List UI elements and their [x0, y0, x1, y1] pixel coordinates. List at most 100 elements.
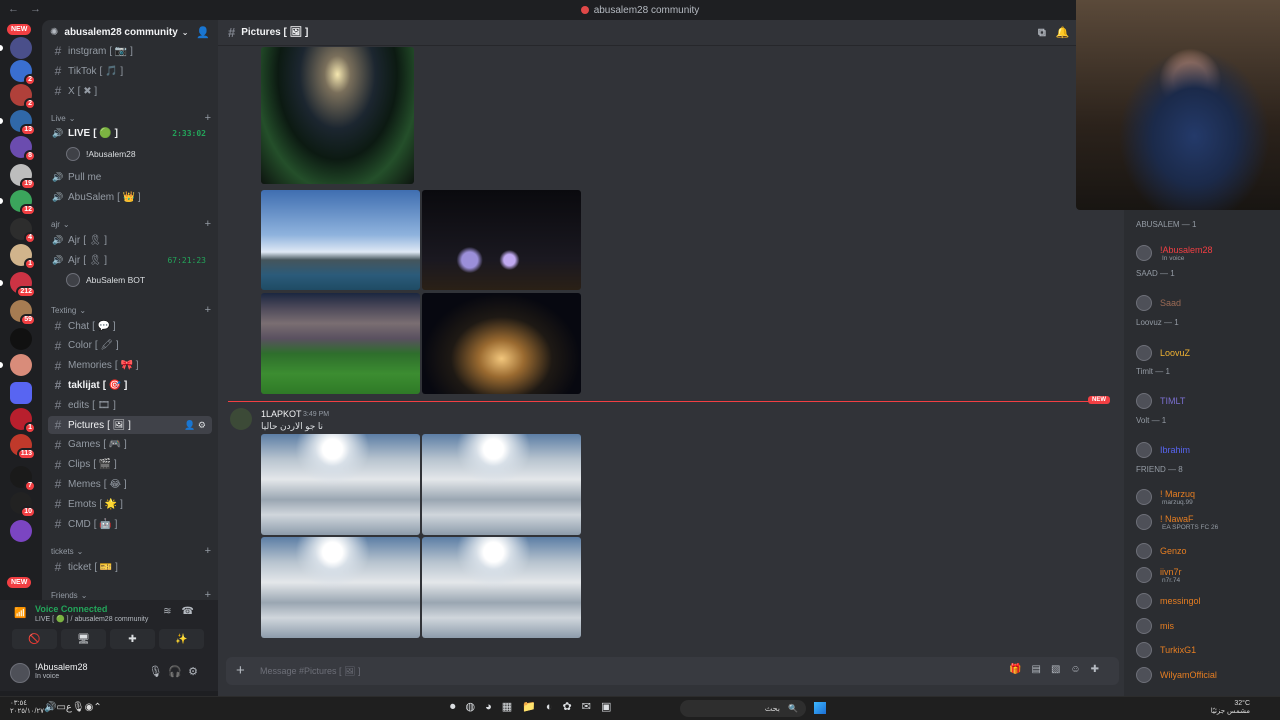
gear-icon[interactable]: ⚙: [198, 420, 206, 430]
channel-item-active[interactable]: # Pictures[ 🖼 ] 👤 ⚙: [48, 416, 212, 434]
channel-item[interactable]: # Memories[ 🎀 ]: [48, 357, 212, 375]
copilot-icon[interactable]: ✿: [563, 701, 582, 713]
member-item[interactable]: mis: [1136, 616, 1276, 636]
channel-item[interactable]: # Color[ 🖍 ]: [48, 337, 212, 355]
mail-icon[interactable]: ✉: [582, 701, 601, 713]
server-icon[interactable]: [10, 354, 32, 376]
server-icon[interactable]: 12: [10, 190, 36, 216]
channel-item[interactable]: # Memes[ 😂 ]: [48, 475, 212, 493]
channel-item[interactable]: # Emots[ 🌟 ]: [48, 495, 212, 513]
server-icon[interactable]: 13: [10, 110, 36, 136]
mic-icon[interactable]: 🎙: [72, 702, 85, 713]
taskbar-search[interactable]: بحث 🔍: [680, 700, 806, 717]
channel-item[interactable]: # edits[ 🎞 ]: [48, 396, 212, 414]
channel-item[interactable]: # Games[ 🎮 ]: [48, 436, 212, 454]
sticker-icon[interactable]: ▧: [1051, 664, 1070, 675]
signal-icon[interactable]: 📶: [14, 608, 26, 619]
category-texting[interactable]: Texting ⌄ +: [51, 304, 211, 316]
voice-user[interactable]: !Abusalem28: [66, 147, 136, 161]
channel-item[interactable]: # instgram[ 📷 ]: [48, 42, 212, 60]
server-icon[interactable]: 212: [10, 272, 36, 298]
new-unread-pill[interactable]: NEW: [7, 577, 32, 588]
server-icon[interactable]: 1: [10, 244, 36, 270]
category-ajr[interactable]: ajr ⌄ +: [51, 218, 211, 230]
volume-icon[interactable]: 🔊: [44, 702, 56, 713]
screen-share-button[interactable]: 🖥: [61, 629, 106, 649]
server-icon[interactable]: 4: [10, 218, 36, 244]
apps-icon[interactable]: ✚: [1091, 664, 1109, 675]
noise-icon[interactable]: ≋: [163, 606, 181, 617]
member-item[interactable]: TurkixG1: [1136, 640, 1276, 660]
member-item[interactable]: messingol: [1136, 591, 1276, 611]
plus-icon[interactable]: +: [205, 304, 211, 316]
obs-icon[interactable]: ⏺: [450, 701, 466, 713]
folder-icon[interactable]: 📁: [522, 701, 546, 713]
gear-icon[interactable]: ⚙: [188, 666, 204, 678]
plus-icon[interactable]: +: [205, 589, 211, 600]
attachment-image[interactable]: [261, 190, 420, 290]
server-icon[interactable]: 8: [10, 136, 36, 162]
server-icon[interactable]: 10: [10, 492, 36, 518]
plus-icon[interactable]: +: [205, 112, 211, 124]
server-icon[interactable]: 19: [10, 164, 36, 190]
member-item[interactable]: ! Marzuq marzuq.99: [1136, 487, 1276, 507]
channel-item[interactable]: # Chat[ 💬 ]: [48, 317, 212, 335]
member-item[interactable]: Saad: [1136, 293, 1276, 313]
app-icon[interactable]: ▣: [601, 701, 621, 713]
camera-off-button[interactable]: 🚫: [12, 629, 57, 649]
headphones-icon[interactable]: 🎧: [168, 666, 188, 678]
message-author[interactable]: 1LAPKOT: [261, 409, 302, 419]
gif-icon[interactable]: ▤: [1031, 664, 1050, 675]
disconnect-icon[interactable]: ☎: [182, 606, 204, 617]
attachment-image[interactable]: [261, 293, 420, 394]
attachment-image[interactable]: [422, 537, 581, 638]
username[interactable]: !Abusalem28: [35, 662, 88, 672]
member-item[interactable]: Ibrahim: [1136, 440, 1276, 460]
category-friends[interactable]: Friends ⌄ +: [51, 589, 211, 600]
invite-icon[interactable]: 👤: [184, 420, 195, 430]
clock[interactable]: ٠٣:٥٤ ٢٠٢٥/١٠/٢٧: [10, 700, 44, 716]
attachment-image[interactable]: [261, 434, 420, 535]
server-icon[interactable]: [10, 37, 32, 59]
server-icon[interactable]: [10, 328, 32, 350]
server-icon[interactable]: 2: [10, 84, 36, 110]
server-icon[interactable]: 7: [10, 466, 36, 492]
category-tickets[interactable]: tickets ⌄ +: [51, 545, 211, 557]
channel-item[interactable]: # Clips[ 🎬 ]: [48, 456, 212, 474]
voice-channel-link[interactable]: LIVE [ 🟢 ] / abusalem28 community: [35, 615, 148, 623]
plus-icon[interactable]: +: [205, 218, 211, 230]
chrome-icon[interactable]: ◍: [466, 701, 486, 713]
windows-start-icon[interactable]: [814, 702, 826, 714]
discord-icon[interactable]: ◕: [485, 701, 502, 713]
attachment-image[interactable]: [422, 190, 581, 290]
mic-icon[interactable]: 🎙: [148, 666, 168, 678]
server-icon[interactable]: [10, 382, 32, 404]
category-live[interactable]: Live ⌄ +: [51, 112, 211, 124]
voice-channel-live[interactable]: 🔊 LIVE[ 🟢 ] 2:33:02: [48, 124, 212, 142]
add-user-icon[interactable]: 👤: [196, 26, 210, 39]
edge-icon[interactable]: ◐: [546, 701, 563, 713]
channel-item[interactable]: # taklijat[ 🎯 ]: [48, 376, 212, 394]
channel-item[interactable]: # X[ ✖ ]: [48, 82, 212, 100]
member-item[interactable]: iivn7r n7r.74: [1136, 565, 1276, 585]
avatar[interactable]: [230, 408, 252, 430]
display-icon[interactable]: ▭: [56, 702, 65, 713]
member-item[interactable]: WilyamOfficial: [1136, 665, 1276, 685]
voice-channel[interactable]: 🔊 Pull me: [48, 168, 212, 186]
store-icon[interactable]: ▦: [502, 701, 522, 713]
server-icon[interactable]: 1: [10, 408, 36, 434]
channel-item[interactable]: # CMD[ 🤖 ]: [48, 515, 212, 533]
chevron-up-icon[interactable]: ⌃: [93, 702, 101, 713]
attachment-image[interactable]: [422, 434, 581, 535]
server-icon[interactable]: 59: [10, 300, 36, 326]
new-unread-pill[interactable]: NEW: [7, 24, 32, 35]
member-item[interactable]: Genzo: [1136, 541, 1276, 561]
voice-channel[interactable]: 🔊 Ajr[ 🎗 ]: [48, 231, 212, 249]
member-item[interactable]: TIMLT: [1136, 391, 1276, 411]
member-item[interactable]: LoovuZ: [1136, 343, 1276, 363]
weather-widget[interactable]: 32°C مشمس جزئيًا: [1211, 700, 1250, 716]
channel-item[interactable]: # TikTok[ 🎵 ]: [48, 62, 212, 80]
activities-button[interactable]: ✚: [110, 629, 155, 649]
nav-arrows-icon[interactable]: ← →: [8, 3, 45, 15]
member-item[interactable]: !Abusalem28 In voice: [1136, 243, 1276, 263]
